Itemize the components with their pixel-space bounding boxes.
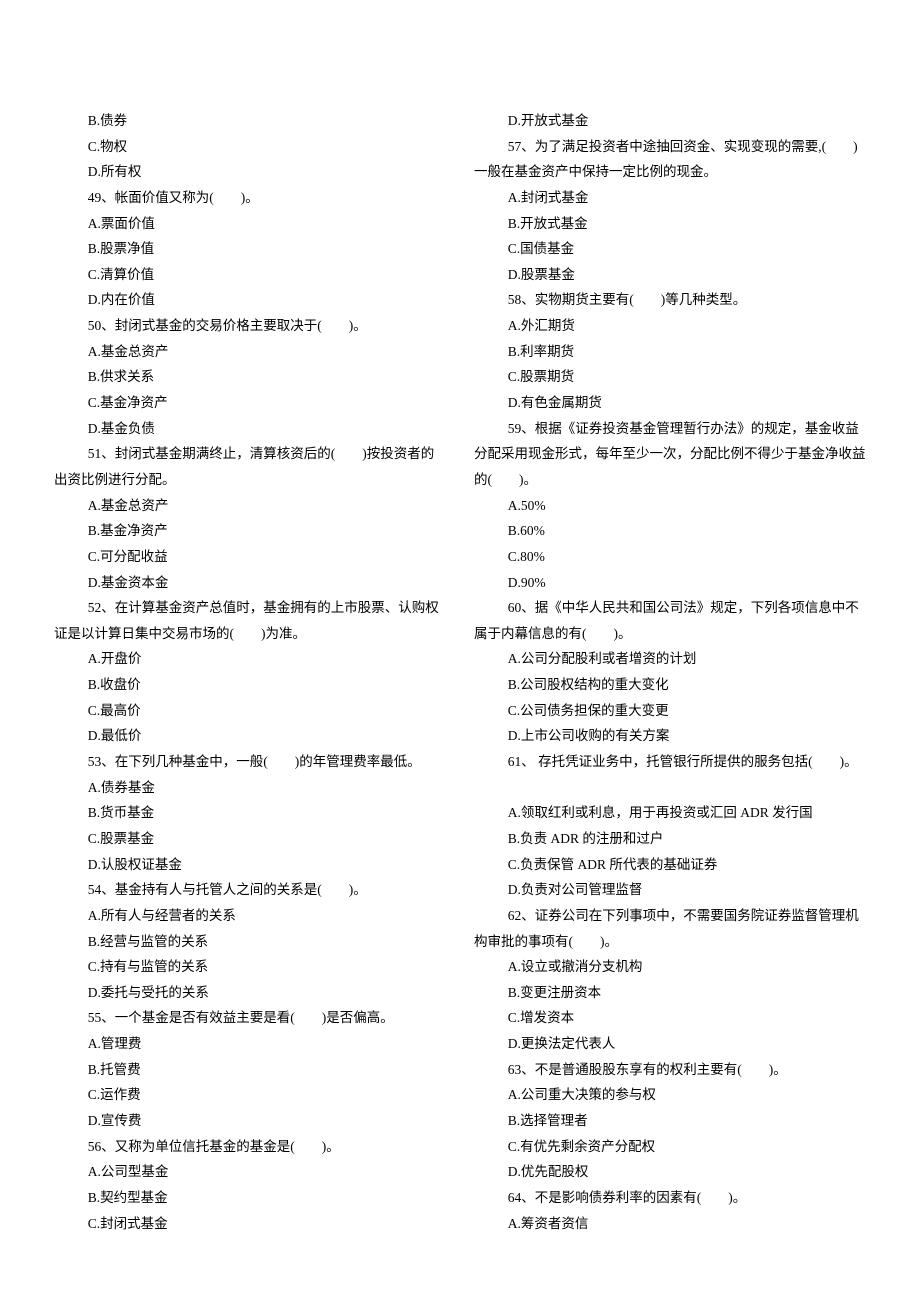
- text-line: D.委托与受托的关系: [54, 980, 446, 1006]
- text-line: A.50%: [474, 493, 866, 519]
- text-line: C.负责保管 ADR 所代表的基础证券: [474, 852, 866, 878]
- text-line: B.负责 ADR 的注册和过户: [474, 826, 866, 852]
- text-line: 63、不是普通股股东享有的权利主要有( )。: [474, 1057, 866, 1083]
- text-line: C.80%: [474, 544, 866, 570]
- text-line: B.变更注册资本: [474, 980, 866, 1006]
- text-line: A.票面价值: [54, 211, 446, 237]
- text-line: C.封闭式基金: [54, 1211, 446, 1237]
- text-line: B.货币基金: [54, 800, 446, 826]
- text-line: A.外汇期货: [474, 313, 866, 339]
- text-line: A.筹资者资信: [474, 1211, 866, 1237]
- text-line: 57、为了满足投资者中途抽回资金、实现变现的需要,( )一般在基金资产中保持一定…: [474, 134, 866, 185]
- text-line: 58、实物期货主要有( )等几种类型。: [474, 287, 866, 313]
- text-line: B.开放式基金: [474, 211, 866, 237]
- text-line: C.可分配收益: [54, 544, 446, 570]
- text-line: C.物权: [54, 134, 446, 160]
- text-line: 61、 存托凭证业务中，托管银行所提供的服务包括( )。: [474, 749, 866, 775]
- text-line: C.持有与监管的关系: [54, 954, 446, 980]
- text-line: 49、帐面价值又称为( )。: [54, 185, 446, 211]
- text-line: D.所有权: [54, 159, 446, 185]
- text-line: A.基金总资产: [54, 339, 446, 365]
- text-line: B.基金净资产: [54, 518, 446, 544]
- text-line: C.基金净资产: [54, 390, 446, 416]
- text-line: 62、证券公司在下列事项中，不需要国务院证券监督管理机构审批的事项有( )。: [474, 903, 866, 954]
- text-line: A.所有人与经营者的关系: [54, 903, 446, 929]
- text-line: B.供求关系: [54, 364, 446, 390]
- text-line: B.债券: [54, 108, 446, 134]
- text-line: D.宣传费: [54, 1108, 446, 1134]
- text-line: D.更换法定代表人: [474, 1031, 866, 1057]
- text-line: A.开盘价: [54, 646, 446, 672]
- text-line: C.清算价值: [54, 262, 446, 288]
- text-line: B.利率期货: [474, 339, 866, 365]
- text-line: 60、据《中华人民共和国公司法》规定，下列各项信息中不属于内幕信息的有( )。: [474, 595, 866, 646]
- text-line: B.60%: [474, 518, 866, 544]
- text-line: A.设立或撤消分支机构: [474, 954, 866, 980]
- text-line: A.领取红利或利息，用于再投资或汇回 ADR 发行国: [474, 800, 866, 826]
- text-line: D.认股权证基金: [54, 852, 446, 878]
- text-line: D.优先配股权: [474, 1159, 866, 1185]
- text-line: A.封闭式基金: [474, 185, 866, 211]
- text-line: D.最低价: [54, 723, 446, 749]
- text-line: D.基金资本金: [54, 570, 446, 596]
- text-line: B.股票净值: [54, 236, 446, 262]
- text-line: A.公司分配股利或者增资的计划: [474, 646, 866, 672]
- text-line: A.管理费: [54, 1031, 446, 1057]
- text-line: C.增发资本: [474, 1005, 866, 1031]
- text-line: B.契约型基金: [54, 1185, 446, 1211]
- text-line: C.股票期货: [474, 364, 866, 390]
- text-line: 55、一个基金是否有效益主要是看( )是否偏高。: [54, 1005, 446, 1031]
- text-line: D.基金负债: [54, 416, 446, 442]
- text-line: D.内在价值: [54, 287, 446, 313]
- text-line: 53、在下列几种基金中，一般( )的年管理费率最低。: [54, 749, 446, 775]
- text-line: A.公司重大决策的参与权: [474, 1082, 866, 1108]
- text-line: A.基金总资产: [54, 493, 446, 519]
- text-line: D.上市公司收购的有关方案: [474, 723, 866, 749]
- text-line: 56、又称为单位信托基金的基金是( )。: [54, 1134, 446, 1160]
- text-line: C.有优先剩余资产分配权: [474, 1134, 866, 1160]
- text-line: B.收盘价: [54, 672, 446, 698]
- text-line: D.开放式基金: [474, 108, 866, 134]
- text-line: 51、封闭式基金期满终止，清算核资后的( )按投资者的出资比例进行分配。: [54, 441, 446, 492]
- text-line: D.股票基金: [474, 262, 866, 288]
- text-line: A.公司型基金: [54, 1159, 446, 1185]
- document-body: B.债券C.物权D.所有权49、帐面价值又称为( )。A.票面价值B.股票净值C…: [54, 108, 866, 1258]
- text-line: 64、不是影响债券利率的因素有( )。: [474, 1185, 866, 1211]
- text-line: 59、根据《证券投资基金管理暂行办法》的规定，基金收益分配采用现金形式，每年至少…: [474, 416, 866, 493]
- text-line: D.有色金属期货: [474, 390, 866, 416]
- text-line: A.债券基金: [54, 775, 446, 801]
- text-line: 50、封闭式基金的交易价格主要取决于( )。: [54, 313, 446, 339]
- text-line: D.90%: [474, 570, 866, 596]
- text-line: D.负责对公司管理监督: [474, 877, 866, 903]
- text-line: 54、基金持有人与托管人之间的关系是( )。: [54, 877, 446, 903]
- text-line: 52、在计算基金资产总值时，基金拥有的上市股票、认购权证是以计算日集中交易市场的…: [54, 595, 446, 646]
- text-line: B.选择管理者: [474, 1108, 866, 1134]
- text-line: C.国债基金: [474, 236, 866, 262]
- text-line: B.托管费: [54, 1057, 446, 1083]
- text-line: B.经营与监管的关系: [54, 929, 446, 955]
- text-line: C.运作费: [54, 1082, 446, 1108]
- text-line: [474, 775, 866, 801]
- text-line: C.股票基金: [54, 826, 446, 852]
- text-line: C.公司债务担保的重大变更: [474, 698, 866, 724]
- text-line: C.最高价: [54, 698, 446, 724]
- text-line: B.公司股权结构的重大变化: [474, 672, 866, 698]
